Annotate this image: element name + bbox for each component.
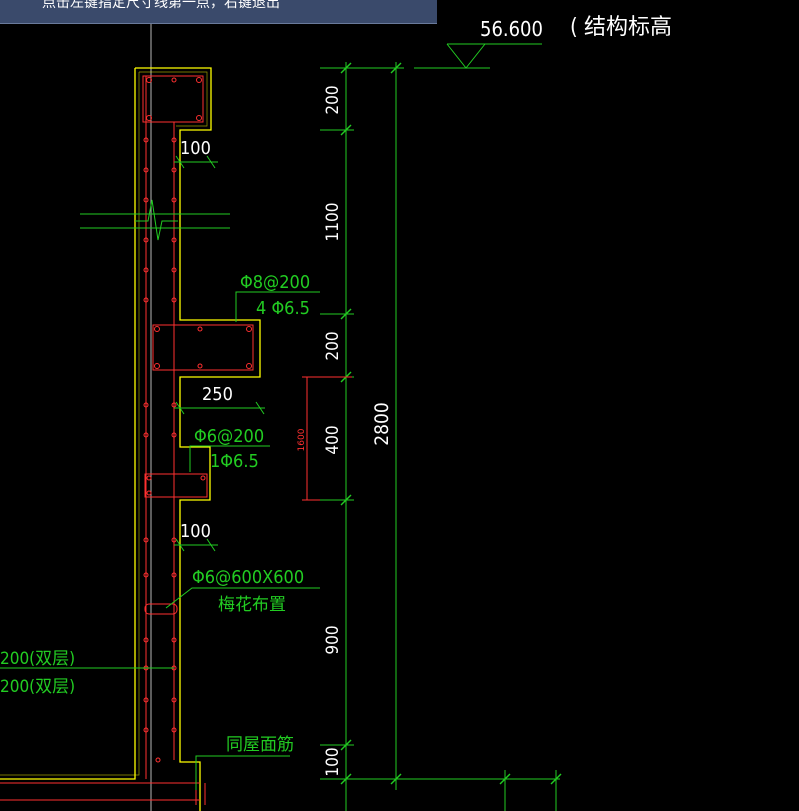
- tie-bar-label: Φ6@600X600: [192, 567, 304, 588]
- dim-200-top: 200: [323, 85, 343, 114]
- slab-top-bar-label: 200(双层): [0, 649, 75, 669]
- dim-400: 400: [323, 425, 343, 454]
- lower-long-bar-label: 1Φ6.5: [210, 451, 259, 472]
- dim-900: 900: [323, 625, 343, 654]
- cad-drawing-canvas[interactable]: 200 1100 200 400 900 100 2800 1600 56.60…: [0, 0, 799, 811]
- leader-lines: [0, 291, 320, 790]
- dim-200-mid: 200: [323, 331, 343, 360]
- rebar-dots: [143, 77, 252, 763]
- red-dim-1600: 1600: [297, 428, 307, 451]
- roof-bar-label: 同屋面筋: [226, 735, 294, 755]
- tie-layout-note: 梅花布置: [218, 595, 286, 615]
- slab-bottom-bar-label: 200(双层): [0, 677, 75, 697]
- command-prompt: 点击左键指定尺寸线第一点，右键退出: [0, 0, 437, 24]
- break-line-symbol: [80, 199, 230, 241]
- elevation-label: ( 结构标高: [570, 15, 672, 40]
- lower-stirrup-label: Φ6@200: [194, 426, 264, 447]
- upper-long-bar-label: 4 Φ6.5: [256, 298, 310, 319]
- dim-2800-total: 2800: [371, 402, 393, 446]
- dim-100-bottom: 100: [323, 747, 343, 776]
- elevation-value: 56.600: [480, 17, 543, 41]
- dimension-lines: [320, 43, 560, 811]
- upper-stirrup-label: Φ8@200: [240, 272, 310, 293]
- inner-dimensions: [174, 155, 265, 552]
- dim-100-top: 100: [180, 138, 211, 159]
- dim-1100: 1100: [323, 203, 343, 242]
- dim-100-mid: 100: [180, 521, 211, 542]
- dim-250: 250: [202, 384, 233, 405]
